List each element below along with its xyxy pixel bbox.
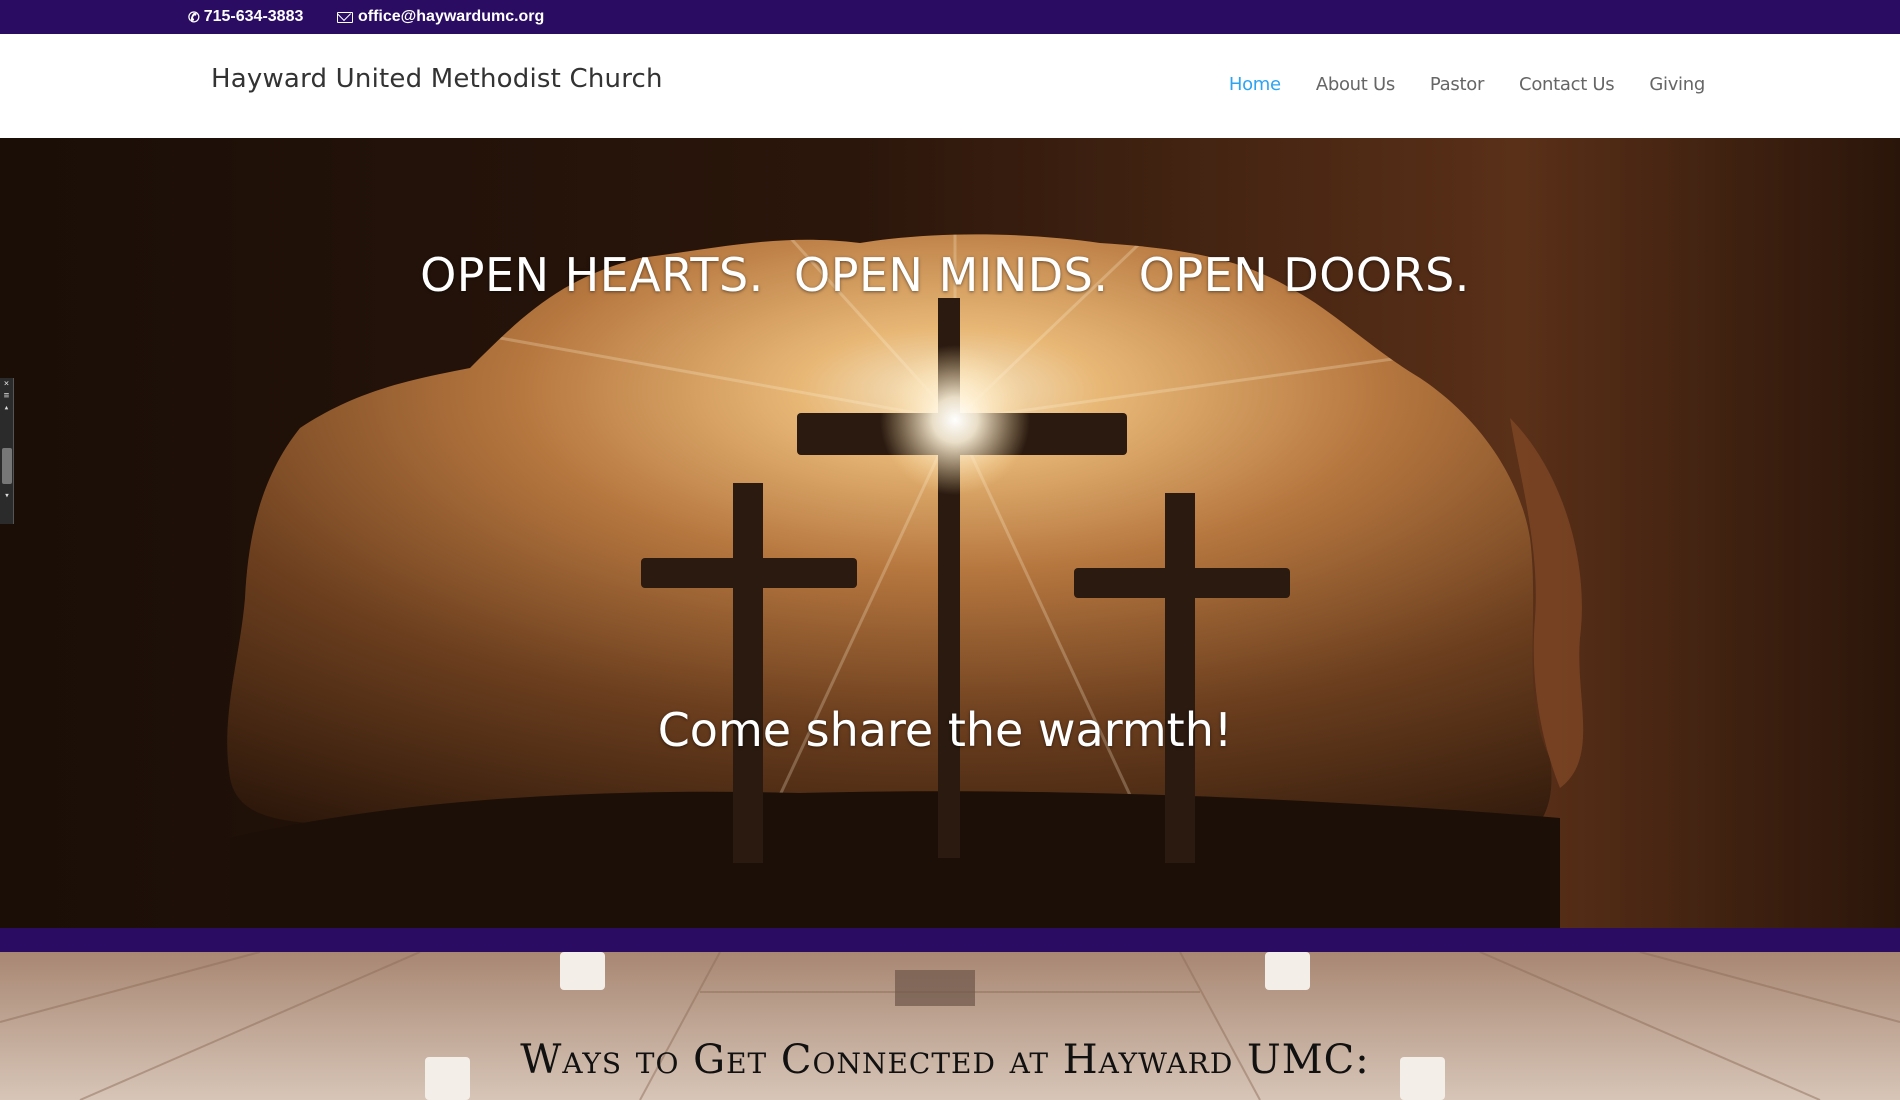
envelope-icon (337, 11, 353, 23)
nav-item-home[interactable]: Home (1229, 74, 1281, 95)
scroll-down-icon[interactable]: ▾ (0, 490, 14, 502)
divider-band (0, 928, 1900, 952)
nav-item-contact-us[interactable]: Contact Us (1519, 74, 1615, 95)
main-nav: Home About Us Pastor Contact Us Giving (1229, 74, 1705, 95)
menu-lines-icon: ≡ (3, 391, 10, 401)
hero-subline: Come share the warmth! (657, 703, 1233, 757)
side-scroll-widget[interactable]: × ≡ ▴ ▾ (0, 378, 14, 524)
nav-item-pastor[interactable]: Pastor (1430, 74, 1484, 95)
email-link[interactable]: office@haywardumc.org (337, 0, 544, 34)
scroll-up-icon[interactable]: ▴ (0, 402, 13, 414)
get-connected-section: Ways to Get Connected at Hayward UMC: (0, 952, 1900, 1100)
email-address: office@haywardumc.org (358, 8, 545, 25)
top-contact-bar: ✆ 715-634-3883 office@haywardumc.org (0, 0, 1900, 34)
nav-item-about-us[interactable]: About Us (1316, 74, 1395, 95)
site-title-link[interactable]: Hayward United Methodist Church (211, 64, 663, 94)
hero-headline: OPEN HEARTS. OPEN MINDS. OPEN DOORS. (420, 248, 1470, 302)
site-header: Hayward United Methodist Church Home Abo… (0, 34, 1900, 138)
phone-link[interactable]: ✆ 715-634-3883 (188, 0, 303, 34)
scroll-thumb[interactable] (2, 448, 12, 484)
close-icon[interactable]: × (0, 378, 13, 390)
phone-icon: ✆ (188, 9, 200, 25)
section-title: Ways to Get Connected at Hayward UMC: (520, 1037, 1370, 1083)
phone-number: 715-634-3883 (203, 8, 304, 25)
nav-item-giving[interactable]: Giving (1649, 74, 1705, 95)
hero-banner: OPEN HEARTS. OPEN MINDS. OPEN DOORS. Com… (0, 138, 1900, 928)
